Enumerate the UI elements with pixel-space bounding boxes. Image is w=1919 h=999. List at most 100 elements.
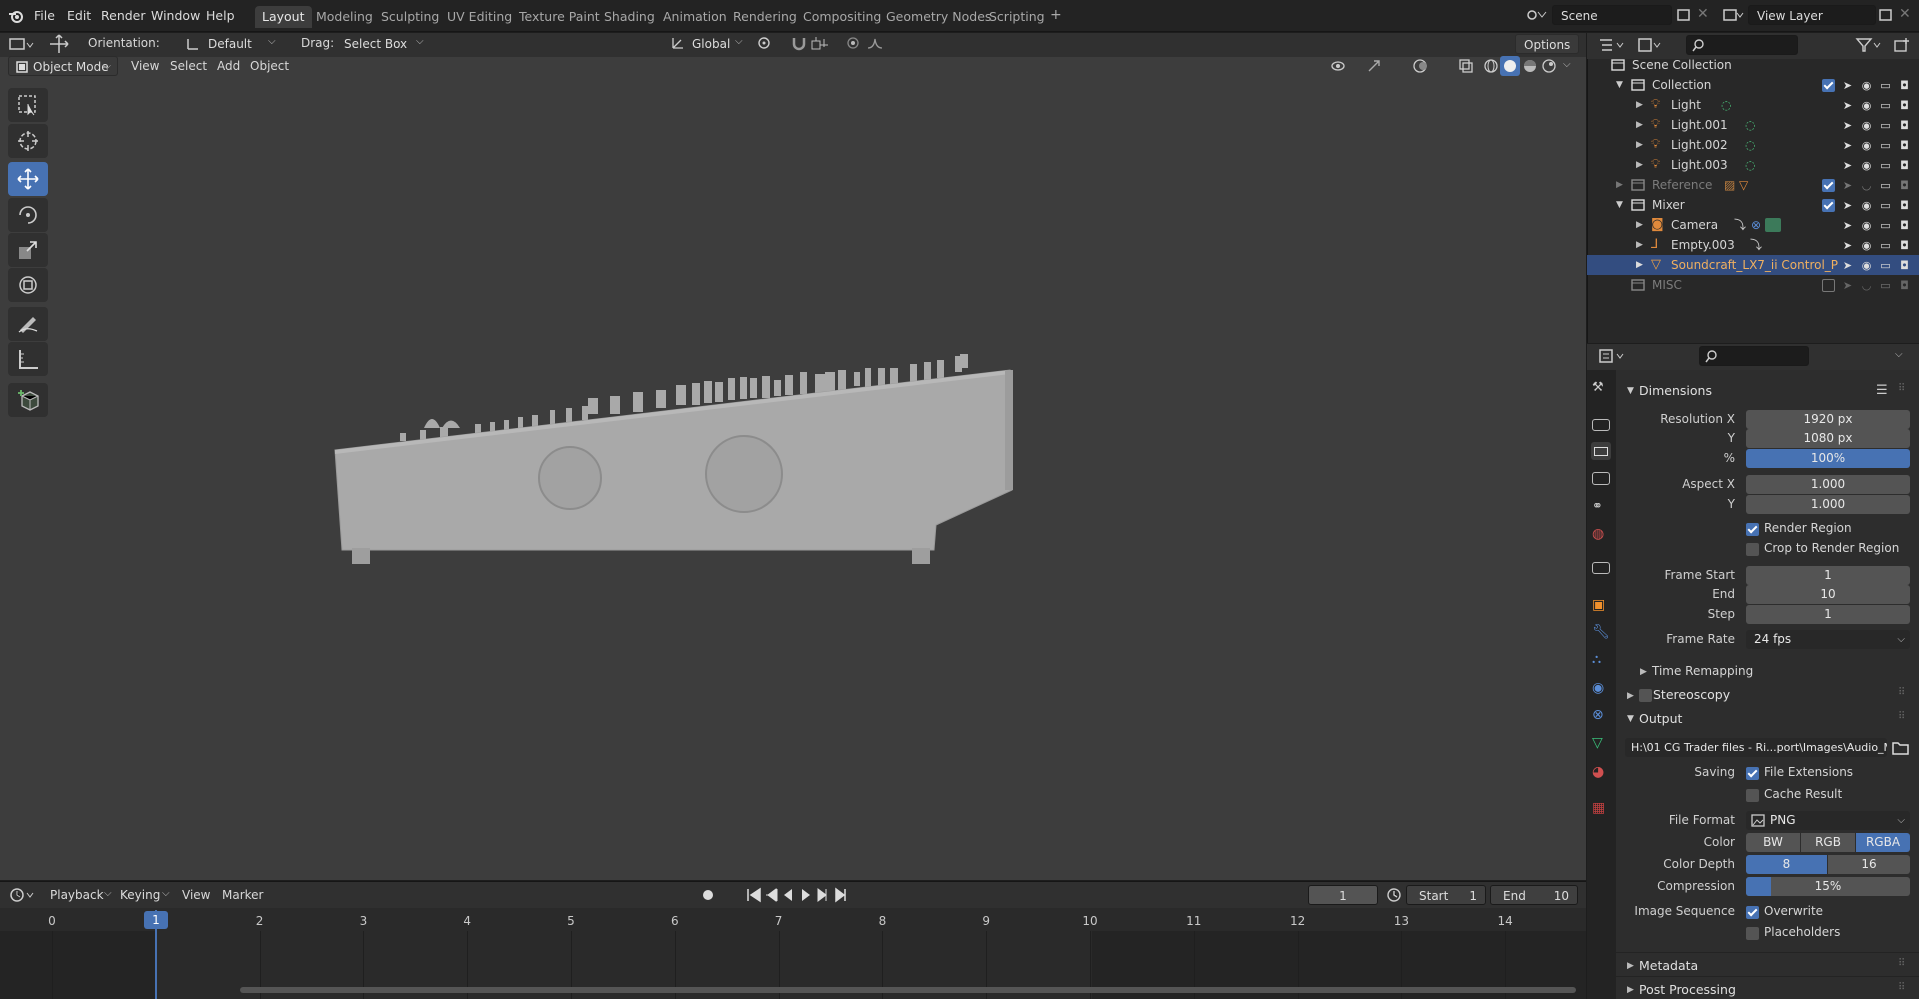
presets-list-icon[interactable]: ☰ xyxy=(1876,383,1888,398)
outliner-row-mixer[interactable]: ▼ Mixer ➤ ◉ ▭ ◘ xyxy=(1587,195,1919,215)
placeholders-checkbox[interactable] xyxy=(1746,927,1759,940)
object-tab-icon[interactable]: ▣ xyxy=(1592,597,1610,615)
exclude-checkbox[interactable] xyxy=(1822,78,1835,92)
move-tool[interactable] xyxy=(8,162,48,196)
expand-triangle-icon[interactable]: ▼ xyxy=(1627,714,1634,724)
menu-help[interactable]: Help xyxy=(206,8,235,23)
scene-icon[interactable] xyxy=(1526,7,1548,23)
modifier-wrench-icon[interactable]: 🔧︎ xyxy=(1592,624,1610,642)
timeline-ruler[interactable] xyxy=(0,909,1586,931)
tab-geometry-nodes[interactable]: Geometry Nodes xyxy=(879,6,998,28)
tool-tab-icon[interactable]: ⚒ xyxy=(1592,380,1610,398)
eye-icon[interactable]: ◉ xyxy=(1860,99,1873,112)
expand-triangle-icon[interactable]: ▶ xyxy=(1636,255,1643,275)
start-frame-field[interactable]: Start 1 xyxy=(1406,885,1486,905)
monitor-icon[interactable]: ▭ xyxy=(1879,99,1892,112)
outliner-display-mode-icon[interactable] xyxy=(1598,36,1628,54)
blender-logo-icon[interactable] xyxy=(8,8,24,24)
viewport-menu-select[interactable]: Select xyxy=(170,59,207,73)
remove-view-layer-icon[interactable]: ✕ xyxy=(1899,6,1911,22)
clock-icon[interactable] xyxy=(1386,887,1402,903)
expand-triangle-icon[interactable]: ▶ xyxy=(1636,95,1643,115)
expand-triangle-icon[interactable]: ▼ xyxy=(1616,195,1623,215)
snap-target-icon[interactable] xyxy=(810,35,838,51)
tab-shading[interactable]: Shading xyxy=(597,6,662,28)
visibility-filter-icon[interactable] xyxy=(1330,58,1358,74)
new-collection-icon[interactable] xyxy=(1893,36,1911,54)
monitor-icon[interactable]: ▭ xyxy=(1879,119,1892,132)
gizmo-icon[interactable] xyxy=(1366,58,1394,74)
drag-handle-icon[interactable]: ⠿ xyxy=(1898,982,1905,993)
frame-step-field[interactable]: 1 xyxy=(1746,605,1910,624)
scene-tab-icon[interactable]: ⚭ xyxy=(1592,499,1610,517)
monitor-icon[interactable]: ▭ xyxy=(1879,139,1892,152)
timeline-menu-marker[interactable]: Marker xyxy=(222,888,263,902)
eye-closed-icon[interactable]: ◡ xyxy=(1860,179,1873,192)
stereoscopy-checkbox[interactable] xyxy=(1639,689,1652,702)
crop-region-checkbox[interactable] xyxy=(1746,543,1759,556)
eye-icon[interactable]: ◉ xyxy=(1860,239,1873,252)
tab-animation[interactable]: Animation xyxy=(656,6,734,28)
material-preview-icon[interactable] xyxy=(1522,58,1538,74)
exclude-checkbox[interactable] xyxy=(1822,178,1835,192)
view-layer-icon[interactable] xyxy=(1722,7,1744,23)
select-arrow-icon[interactable]: ➤ xyxy=(1841,159,1854,172)
tab-uv-editing[interactable]: UV Editing xyxy=(440,6,519,28)
texture-tab-icon[interactable]: ▦ xyxy=(1592,800,1610,818)
outliner-row-soundcraft[interactable]: ▶ ▽ Soundcraft_LX7_ii Control_P ➤ ◉ ▭ ◘ xyxy=(1587,255,1919,275)
frame-rate-dropdown[interactable]: 24 fps ⌵ xyxy=(1746,630,1910,649)
collection-tab-icon[interactable] xyxy=(1592,562,1610,574)
view-layer-tab-icon[interactable] xyxy=(1592,472,1610,485)
drag-handle-icon[interactable]: ⠿ xyxy=(1898,687,1905,698)
time-remapping-subpanel[interactable]: Time Remapping xyxy=(1652,664,1753,678)
monitor-icon[interactable]: ▭ xyxy=(1879,179,1892,192)
rendered-shading-icon[interactable] xyxy=(1541,58,1557,74)
outliner-filter-type-icon[interactable] xyxy=(1636,36,1664,54)
scale-tool[interactable] xyxy=(8,233,48,267)
particles-tab-icon[interactable]: ⛬ xyxy=(1592,652,1610,670)
select-arrow-icon[interactable]: ➤ xyxy=(1841,199,1854,212)
eye-icon[interactable]: ◉ xyxy=(1860,79,1873,92)
metadata-panel-title[interactable]: Metadata xyxy=(1639,958,1698,973)
color-depth-16-option[interactable]: 16 xyxy=(1828,855,1910,874)
tab-texture-paint[interactable]: Texture Paint xyxy=(512,6,607,28)
eye-icon[interactable]: ◉ xyxy=(1860,139,1873,152)
tab-scripting[interactable]: Scripting xyxy=(982,6,1052,28)
compression-slider[interactable]: 15% xyxy=(1746,877,1910,896)
expand-triangle-icon[interactable]: ▶ xyxy=(1627,691,1634,701)
outliner-row-empty-003[interactable]: ▶ ⅃ Empty.003 ⤵ ➤ ◉ ▭ ◘ xyxy=(1587,235,1919,255)
eye-closed-icon[interactable]: ◡ xyxy=(1860,279,1873,292)
rotate-tool[interactable] xyxy=(8,198,48,232)
outliner-search-input[interactable] xyxy=(1686,35,1798,55)
folder-icon[interactable] xyxy=(1892,740,1910,756)
select-box-tool[interactable] xyxy=(8,88,48,122)
select-arrow-icon[interactable]: ➤ xyxy=(1841,139,1854,152)
cache-result-checkbox[interactable] xyxy=(1746,789,1759,802)
camera-icon[interactable]: ◘ xyxy=(1898,119,1911,132)
expand-triangle-icon[interactable]: ▶ xyxy=(1627,961,1634,971)
select-arrow-icon[interactable]: ➤ xyxy=(1841,259,1854,272)
outliner-row-scene-collection[interactable]: Scene Collection xyxy=(1587,55,1919,75)
eye-icon[interactable]: ◉ xyxy=(1860,159,1873,172)
select-arrow-icon[interactable]: ➤ xyxy=(1841,219,1854,232)
outliner-row-light-002[interactable]: ▶ 💡︎ Light.002 ◌ ➤ ◉ ▭ ◘ xyxy=(1587,135,1919,155)
overwrite-checkbox[interactable] xyxy=(1746,906,1759,919)
select-arrow-icon[interactable]: ➤ xyxy=(1841,119,1854,132)
expand-triangle-icon[interactable]: ▶ xyxy=(1636,235,1643,255)
tab-modeling[interactable]: Modeling xyxy=(309,6,380,28)
color-bw-option[interactable]: BW xyxy=(1746,833,1800,852)
viewport-menu-add[interactable]: Add xyxy=(217,59,240,73)
drag-handle-icon[interactable]: ⠿ xyxy=(1898,711,1905,722)
options-dropdown[interactable]: Options xyxy=(1515,34,1579,54)
end-frame-field[interactable]: End 10 xyxy=(1490,885,1578,905)
output-panel-title[interactable]: Output xyxy=(1639,711,1682,726)
resolution-y-field[interactable]: 1080 px xyxy=(1746,429,1910,448)
properties-editor-type-icon[interactable] xyxy=(1598,347,1628,365)
resolution-percent-slider[interactable]: 100% xyxy=(1746,449,1910,468)
aspect-y-field[interactable]: 1.000 xyxy=(1746,495,1910,514)
monitor-icon[interactable]: ▭ xyxy=(1879,199,1892,212)
viewport-menu-object[interactable]: Object xyxy=(250,59,289,73)
dimensions-panel-title[interactable]: Dimensions xyxy=(1639,383,1712,398)
material-tab-icon[interactable]: ◕ xyxy=(1592,764,1610,782)
frame-end-field[interactable]: 10 xyxy=(1746,585,1910,604)
